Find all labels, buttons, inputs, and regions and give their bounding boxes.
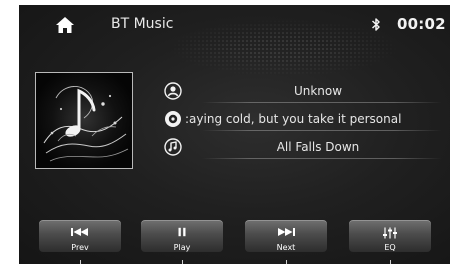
pause-icon bbox=[178, 227, 186, 237]
prev-button[interactable]: Prev bbox=[39, 220, 121, 252]
playback-controls: Prev Play Next EQ bbox=[19, 213, 450, 264]
prev-tick bbox=[80, 260, 81, 264]
page-title: BT Music bbox=[111, 16, 174, 32]
eq-label: EQ bbox=[384, 243, 396, 252]
album-art bbox=[35, 72, 133, 169]
home-button[interactable] bbox=[55, 16, 75, 34]
equalizer-icon bbox=[383, 227, 397, 239]
artist-icon bbox=[164, 82, 182, 100]
title-divider bbox=[202, 158, 442, 159]
album-row: :aying cold, but you take it personal bbox=[164, 109, 450, 131]
artist-divider bbox=[202, 102, 442, 103]
album-divider bbox=[202, 130, 442, 131]
next-icon bbox=[278, 228, 295, 236]
play-label: Play bbox=[173, 243, 191, 252]
bt-music-screen: BT Music 00:02 Unknow:aying cold, but y… bbox=[19, 5, 450, 264]
eq-tick bbox=[390, 260, 391, 264]
next-tick bbox=[286, 260, 287, 264]
prev-label: Prev bbox=[71, 243, 89, 252]
title-row: All Falls Down bbox=[164, 137, 450, 159]
music-note-icon bbox=[164, 138, 182, 156]
header-pattern bbox=[169, 19, 399, 77]
artist-row: Unknow bbox=[164, 81, 450, 103]
next-button[interactable]: Next bbox=[245, 220, 327, 252]
album-name: :aying cold, but you take it personal bbox=[185, 112, 402, 126]
next-label: Next bbox=[276, 243, 296, 252]
home-icon bbox=[56, 17, 74, 33]
album-disc-icon bbox=[165, 111, 181, 127]
artist-name: Unknow bbox=[293, 84, 343, 98]
eq-button[interactable]: EQ bbox=[349, 220, 431, 252]
play-tick bbox=[182, 260, 183, 264]
prev-icon bbox=[71, 228, 88, 236]
song-title: All Falls Down bbox=[276, 140, 360, 154]
bluetooth-icon bbox=[371, 18, 380, 31]
album-art-image bbox=[36, 73, 132, 168]
clock: 00:02 bbox=[397, 15, 446, 33]
play-pause-button[interactable]: Play bbox=[141, 220, 223, 252]
